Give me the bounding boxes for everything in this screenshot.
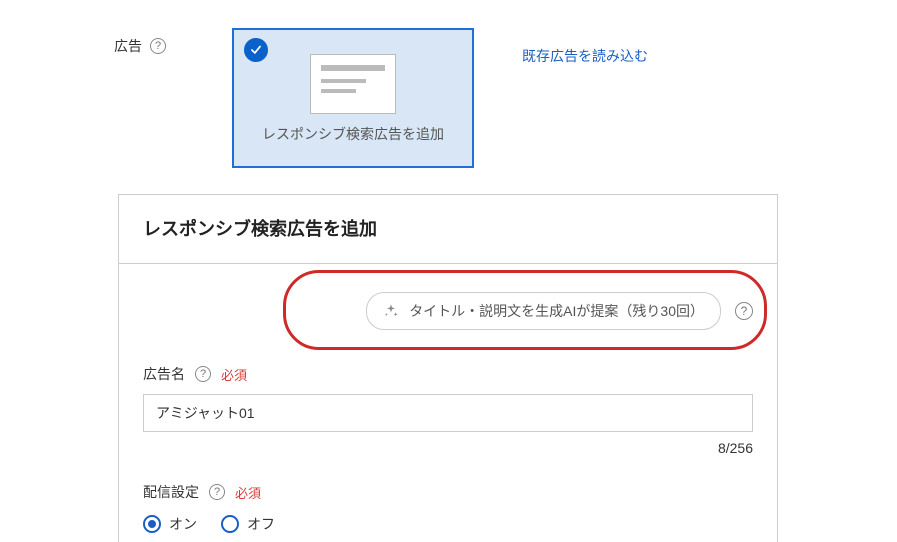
ad-editor-panel: レスポンシブ検索広告を追加 タイトル・説明文を生成AIが提案（残り30回） ? … — [118, 194, 778, 542]
radio-on-label: オン — [169, 514, 197, 534]
ai-suggest-label: タイトル・説明文を生成AIが提案（残り30回） — [409, 301, 704, 321]
sparkle-icon — [383, 303, 399, 319]
ad-name-input[interactable] — [143, 394, 753, 432]
required-badge: 必須 — [221, 365, 247, 384]
ad-preview-icon — [310, 54, 396, 114]
section-label-wrap: 広告 ? — [114, 28, 214, 56]
ad-name-row: 広告名 ? 必須 8/256 — [143, 364, 753, 456]
checkmark-icon — [244, 38, 268, 62]
help-icon[interactable]: ? — [195, 366, 211, 382]
ad-type-card-responsive-search[interactable]: レスポンシブ検索広告を追加 — [232, 28, 474, 168]
top-row: 広告 ? レスポンシブ検索広告を追加 既存広告を読み込む — [118, 28, 877, 168]
help-icon[interactable]: ? — [150, 38, 166, 54]
ad-name-counter: 8/256 — [143, 440, 753, 456]
section-label: 広告 — [114, 36, 142, 56]
help-icon[interactable]: ? — [209, 484, 225, 500]
ai-suggest-button[interactable]: タイトル・説明文を生成AIが提案（残り30回） — [366, 292, 721, 330]
load-existing-ad-link[interactable]: 既存広告を読み込む — [522, 28, 648, 66]
delivery-radio-off[interactable]: オフ — [221, 514, 275, 534]
ad-name-label: 広告名 — [143, 364, 185, 384]
panel-title: レスポンシブ検索広告を追加 — [119, 195, 777, 263]
help-icon[interactable]: ? — [735, 302, 753, 320]
delivery-label: 配信設定 — [143, 482, 199, 502]
ad-card-label: レスポンシブ検索広告を追加 — [262, 124, 444, 144]
delivery-row: 配信設定 ? 必須 オン オフ — [143, 482, 753, 542]
delivery-radio-on[interactable]: オン — [143, 514, 197, 534]
ai-suggest-row: タイトル・説明文を生成AIが提案（残り30回） ? — [143, 292, 753, 330]
required-badge: 必須 — [235, 483, 261, 502]
radio-off-label: オフ — [247, 514, 275, 534]
